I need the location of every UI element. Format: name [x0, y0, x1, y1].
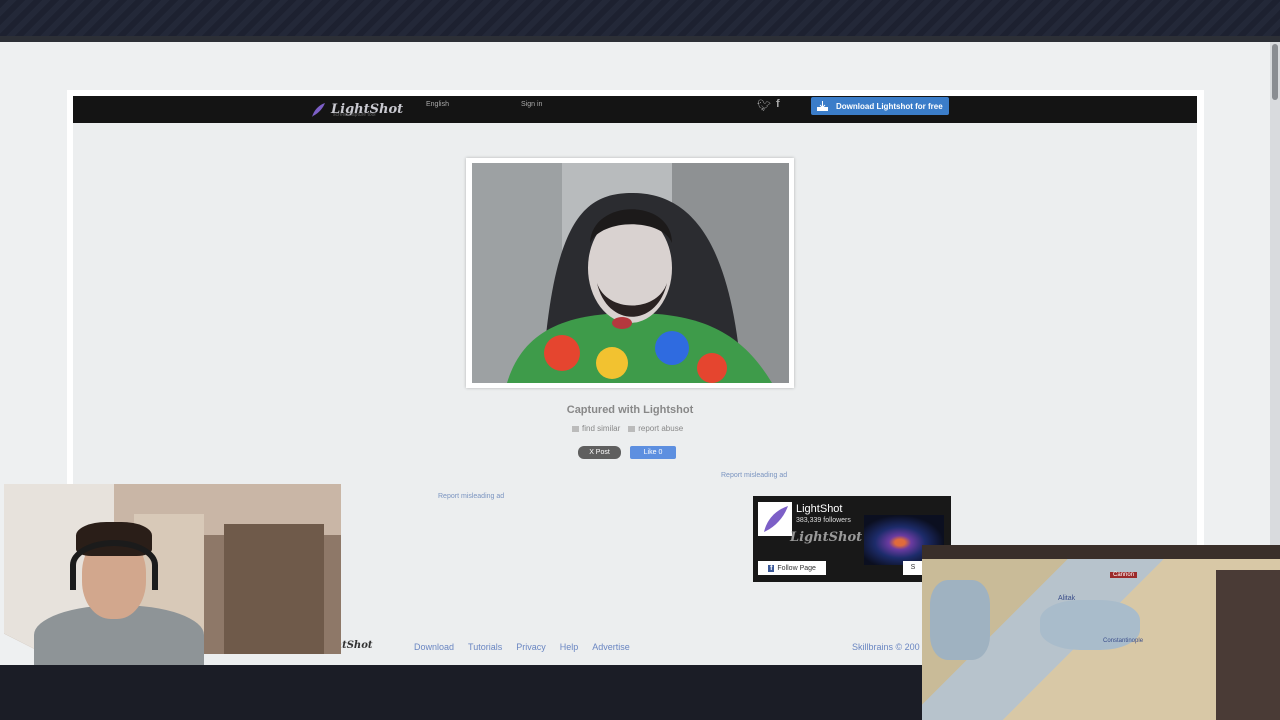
page-name[interactable]: LightShot — [796, 503, 842, 515]
footer-link-advertise[interactable]: Advertise — [592, 642, 630, 652]
scrollbar-thumb[interactable] — [1272, 44, 1278, 100]
facebook-icon[interactable]: f — [776, 98, 780, 110]
signin-link[interactable]: Sign in — [521, 101, 542, 108]
download-icon — [817, 101, 828, 111]
stream-top-band — [0, 0, 1280, 42]
copyright: Skillbrains © 200 — [852, 642, 920, 652]
screenshot-photo — [472, 163, 789, 383]
followers-count: 383,339 followers — [796, 517, 851, 524]
widget-logo-text: LightShot — [790, 530, 863, 545]
caption: Captured with Lightshot — [566, 404, 694, 416]
report-misleading-ad-link[interactable]: Report misleading ad — [438, 493, 504, 500]
follow-page-button[interactable]: f Follow Page — [758, 561, 826, 575]
x-post-button[interactable]: X Post — [578, 446, 621, 459]
feather-icon — [312, 102, 325, 117]
footer-link-tutorials[interactable]: Tutorials — [468, 642, 502, 652]
footer-link-privacy[interactable]: Privacy — [516, 642, 546, 652]
follow-page-label: Follow Page — [777, 564, 816, 572]
game-map-label: Constantinople — [1103, 638, 1144, 644]
feather-icon — [764, 506, 788, 532]
game-top-bar — [922, 545, 1280, 559]
download-button[interactable]: Download Lightshot for free — [811, 97, 949, 115]
lightshot-logo[interactable]: LightShot — [310, 96, 403, 123]
screenshot-image[interactable] — [472, 163, 789, 383]
webcam-shelf — [224, 524, 324, 654]
footer-link-help[interactable]: Help — [560, 642, 579, 652]
game-sea — [930, 580, 990, 660]
find-similar-link[interactable]: find similar — [572, 424, 620, 433]
facebook-like-button[interactable]: Like 0 — [630, 446, 676, 459]
game-map-label: Cannon — [1110, 572, 1138, 578]
game-side-panel — [1216, 570, 1280, 720]
footer-links: Download Tutorials Privacy Help Advertis… — [414, 642, 630, 652]
download-button-label: Download Lightshot for free — [836, 101, 943, 111]
share-button[interactable]: S — [903, 561, 923, 575]
facebook-icon: f — [768, 564, 775, 572]
image-actions: find similar report abuse — [572, 424, 683, 433]
twitter-icon[interactable]: 🐦︎ — [757, 99, 771, 112]
headphones-icon — [70, 540, 158, 590]
footer-link-download[interactable]: Download — [414, 642, 454, 652]
report-misleading-ad-link[interactable]: Report misleading ad — [721, 472, 787, 479]
lightshot-header — [73, 96, 1197, 123]
game-map-label: Alitak — [1058, 595, 1076, 602]
report-abuse-link[interactable]: report abuse — [628, 424, 683, 433]
language-selector[interactable]: English — [426, 101, 449, 108]
logo-subtitle: screen capture tool — [333, 112, 376, 118]
page-avatar[interactable] — [758, 502, 792, 536]
